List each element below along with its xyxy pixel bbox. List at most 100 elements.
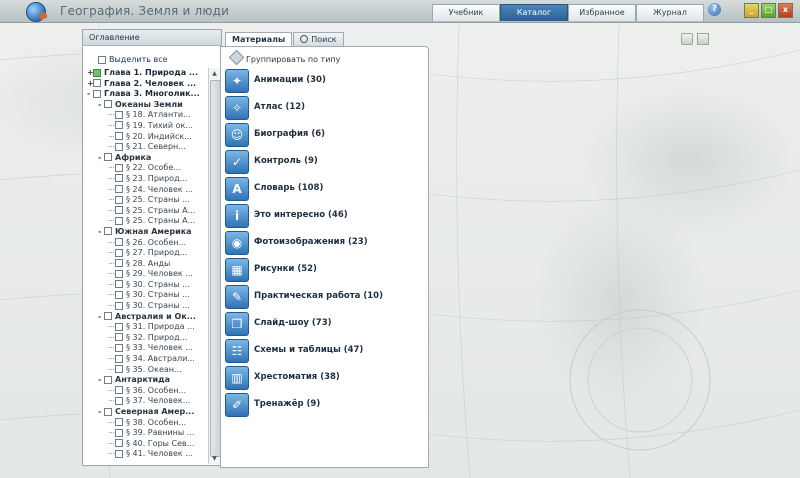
toc-paragraph-item[interactable]: § 33. Человек ... (83, 343, 208, 354)
toc-paragraph-item[interactable]: § 27. Природ... (83, 248, 208, 259)
catalog-category[interactable]: i Это интересно (46) (225, 204, 425, 228)
checkbox-icon[interactable] (115, 238, 123, 246)
checkbox-icon[interactable] (104, 375, 112, 384)
toc-paragraph-item[interactable]: § 23. Природ... (83, 174, 208, 185)
checkbox-icon[interactable] (115, 195, 123, 204)
toc-paragraph-item[interactable]: § 18. Атланти... (83, 110, 208, 121)
catalog-category[interactable]: ☷ Схемы и таблицы (47) (225, 339, 425, 363)
checkbox-icon[interactable] (115, 163, 123, 172)
checkbox-icon[interactable] (115, 365, 123, 374)
toc-paragraph-item[interactable]: § 37. Человек... (83, 396, 208, 407)
checkbox-icon[interactable] (115, 386, 123, 395)
toc-paragraph-item[interactable]: § 34. Австрали... (83, 354, 208, 365)
toc-section-item[interactable]: - Северная Амер... (83, 407, 208, 418)
checkbox-icon[interactable] (115, 142, 123, 151)
toc-section-item[interactable]: - Глава 3. Многолик... (83, 89, 208, 100)
catalog-category[interactable]: ✧ Атлас (12) (225, 96, 425, 120)
catalog-category[interactable]: A Словарь (108) (225, 177, 425, 201)
toc-paragraph-item[interactable]: § 38. Особен... (83, 418, 208, 429)
nav-tab[interactable]: Учебник (432, 4, 500, 21)
animation-icon[interactable]: ✦ (225, 69, 249, 93)
toc-section-item[interactable]: + Глава 1. Природа ... (83, 68, 208, 79)
checkbox-icon[interactable] (115, 259, 123, 268)
nav-tab[interactable]: Журнал (636, 4, 704, 21)
checkbox-icon[interactable] (115, 418, 123, 427)
checkbox-icon[interactable] (115, 269, 123, 278)
toc-paragraph-item[interactable]: § 32. Природ... (83, 333, 208, 344)
toc-section-item[interactable]: + Глава 2. Человек ... (83, 79, 208, 90)
toc-paragraph-item[interactable]: § 25. Страны А... (83, 206, 208, 217)
person-icon[interactable]: ☺ (225, 123, 249, 147)
toc-paragraph-item[interactable]: § 41. Человек ... (83, 449, 208, 460)
catalog-category[interactable]: ▥ Хрестоматия (38) (225, 366, 425, 390)
toc-paragraph-item[interactable]: § 19. Тихий ок... (83, 121, 208, 132)
toc-section-item[interactable]: - Антарктида (83, 375, 208, 386)
slideshow-icon[interactable]: ❐ (225, 312, 249, 336)
toc-section-item[interactable]: - Южная Америка (83, 227, 208, 238)
scroll-up-icon[interactable]: ▲ (210, 69, 219, 78)
toc-paragraph-item[interactable]: § 25. Страны ... (83, 195, 208, 206)
catalog-category[interactable]: ❐ Слайд-шоу (73) (225, 312, 425, 336)
catalog-category[interactable]: ✦ Анимации (30) (225, 69, 425, 93)
checkbox-icon[interactable] (93, 79, 101, 88)
checkbox-icon[interactable] (115, 121, 123, 130)
checkbox-icon[interactable] (115, 333, 123, 342)
toc-paragraph-item[interactable]: § 29. Человек ... (83, 269, 208, 280)
checkbox-icon[interactable] (115, 290, 123, 299)
checkbox-icon[interactable] (115, 354, 123, 363)
toc-section-item[interactable]: - Африка (83, 153, 208, 164)
checkbox-icon[interactable] (104, 407, 112, 416)
checkbox-icon[interactable] (93, 89, 101, 98)
scheme-icon[interactable]: ☷ (225, 339, 249, 363)
checkbox-icon[interactable] (115, 396, 123, 405)
toc-paragraph-item[interactable]: § 22. Особе... (83, 163, 208, 174)
checkmark-icon[interactable]: ✓ (225, 150, 249, 174)
minimize-button[interactable]: _ (744, 3, 759, 18)
toc-paragraph-item[interactable]: § 28. Анды (83, 259, 208, 270)
toc-paragraph-item[interactable]: § 25. Страны А... (83, 216, 208, 227)
checkbox-icon[interactable] (104, 153, 112, 162)
toc-paragraph-item[interactable]: § 24. Человек ... (83, 185, 208, 196)
toc-paragraph-item[interactable]: § 30. Страны ... (83, 290, 208, 301)
nav-tab[interactable]: Избранное (568, 4, 636, 21)
up-folder-icon[interactable] (681, 33, 693, 45)
nav-tab[interactable]: Каталог (500, 4, 568, 21)
checkbox-icon[interactable] (115, 449, 123, 458)
catalog-category[interactable]: ▦ Рисунки (52) (225, 258, 425, 282)
book-icon[interactable]: ▥ (225, 366, 249, 390)
checkbox-icon[interactable] (115, 216, 123, 225)
toc-paragraph-item[interactable]: § 21. Северн... (83, 142, 208, 153)
picture-icon[interactable]: ▦ (225, 258, 249, 282)
scroll-down-icon[interactable]: ▼ (210, 454, 219, 463)
toc-paragraph-item[interactable]: § 20. Индийск... (83, 132, 208, 143)
tab-materials[interactable]: Материалы (225, 32, 293, 47)
catalog-category[interactable]: ✐ Тренажёр (9) (225, 393, 425, 417)
checkbox-icon[interactable] (115, 322, 123, 331)
checkbox-icon[interactable] (93, 68, 101, 77)
help-icon[interactable]: ? (708, 3, 721, 16)
dictionary-icon[interactable]: A (225, 177, 249, 201)
camera-icon[interactable]: ◉ (225, 231, 249, 255)
checkbox-icon[interactable] (115, 428, 123, 437)
toc-paragraph-item[interactable]: § 26. Особен... (83, 238, 208, 249)
toc-scrollbar[interactable]: ▲ ▼ (208, 68, 221, 464)
toc-paragraph-item[interactable]: § 35. Океан... (83, 365, 208, 376)
checkbox-icon[interactable] (104, 227, 112, 236)
catalog-category[interactable]: ✓ Контроль (9) (225, 150, 425, 174)
export-icon[interactable] (697, 33, 709, 45)
checkbox-icon[interactable] (115, 185, 123, 194)
catalog-category[interactable]: ☺ Биография (6) (225, 123, 425, 147)
toc-paragraph-item[interactable]: § 30. Страны ... (83, 280, 208, 291)
info-icon[interactable]: i (225, 204, 249, 228)
checkbox-icon[interactable] (115, 110, 123, 119)
checkbox-icon[interactable] (115, 343, 123, 352)
close-button[interactable]: x (778, 3, 793, 18)
checkbox-icon[interactable] (115, 132, 123, 141)
checkbox-icon[interactable] (115, 439, 123, 448)
toc-section-item[interactable]: - Океаны Земли (83, 100, 208, 111)
checkbox-icon[interactable] (104, 100, 112, 109)
checkbox-icon[interactable] (115, 206, 123, 215)
toc-paragraph-item[interactable]: § 39. Равнины ... (83, 428, 208, 439)
checkbox-icon[interactable] (104, 312, 112, 321)
select-all-checkbox[interactable]: Выделить все (98, 55, 168, 64)
